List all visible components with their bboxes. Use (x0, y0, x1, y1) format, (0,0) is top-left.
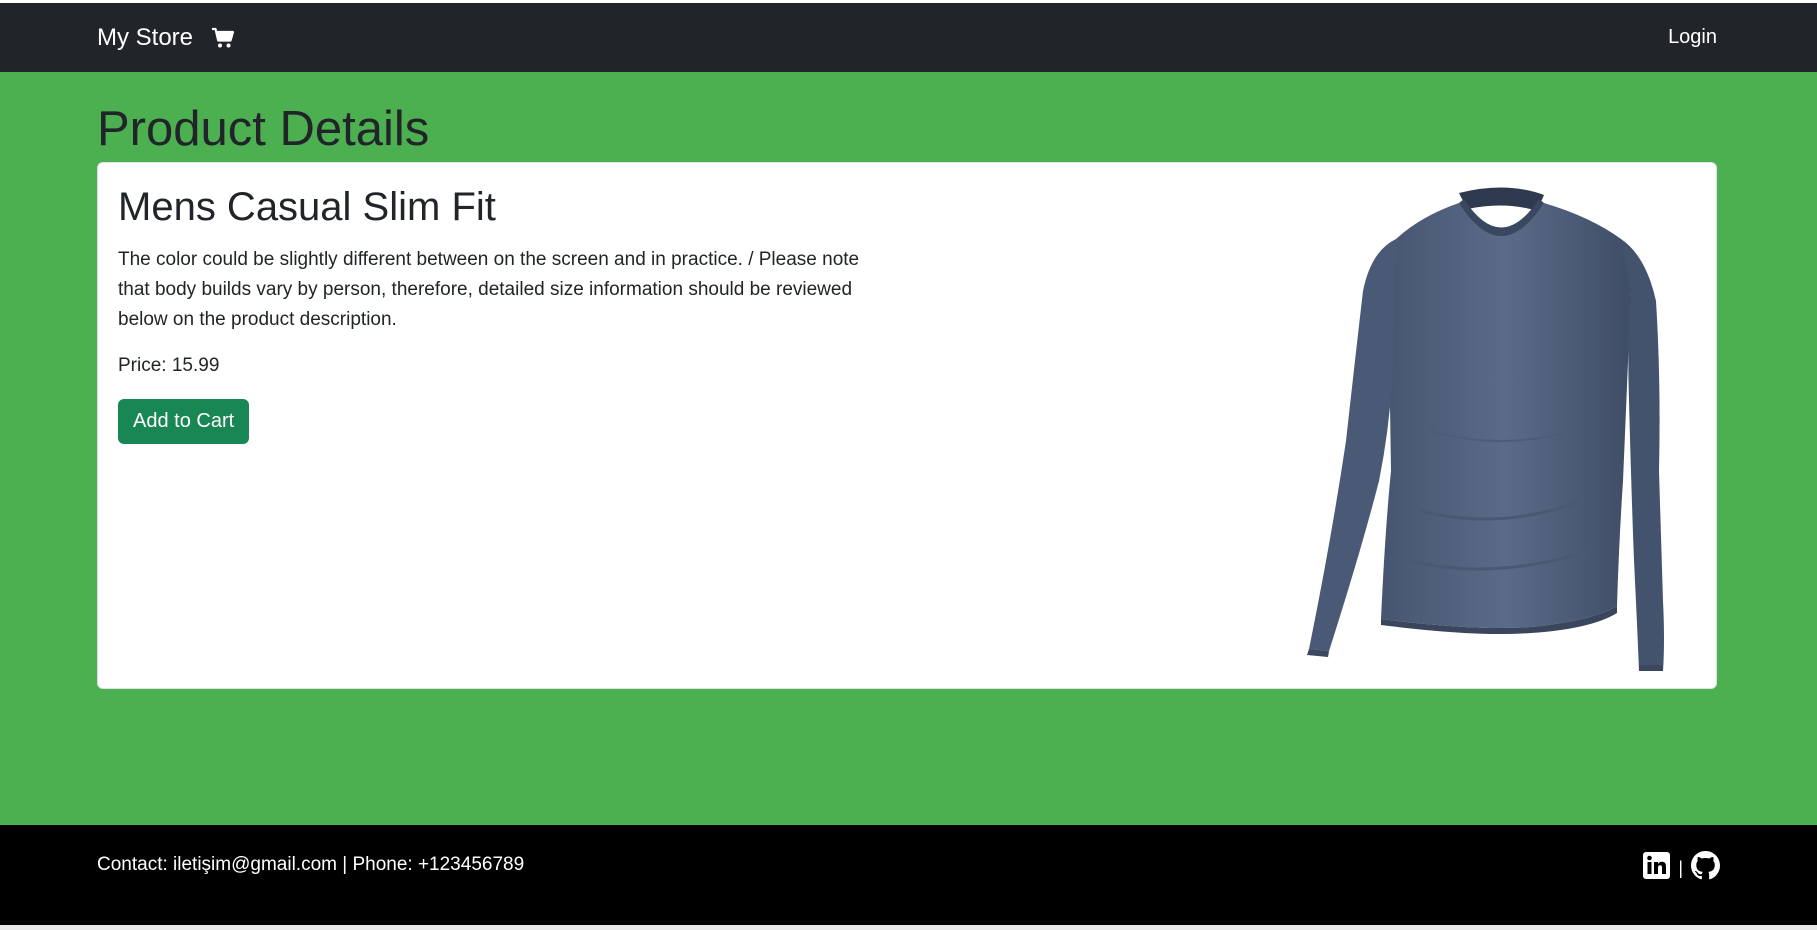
product-price: Price: 15.99 (118, 355, 220, 376)
footer: Contact: iletişim@gmail.com | Phone: +12… (0, 825, 1817, 925)
product-image (1301, 181, 1696, 671)
product-description: The color could be slightly different be… (118, 249, 860, 330)
login-link[interactable]: Login (1668, 26, 1717, 49)
social-separator: | (1678, 857, 1683, 878)
product-title: Mens Casual Slim Fit (118, 185, 496, 229)
add-to-cart-button[interactable]: Add to Cart (118, 399, 250, 444)
github-icon[interactable] (1691, 850, 1720, 880)
bottom-strip (0, 925, 1817, 930)
brand-label: My Store (97, 23, 194, 51)
brand-link[interactable]: My Store (97, 24, 235, 52)
page: My Store Login Product Details Mens Casu… (0, 0, 1817, 930)
linkedin-icon[interactable] (1643, 851, 1671, 879)
product-card-body: Mens Casual Slim Fit The color could be … (118, 183, 878, 444)
main-content: Product Details Mens Casual Slim Fit The… (0, 72, 1817, 689)
shopping-cart-icon[interactable] (211, 26, 235, 50)
social-links: | (1643, 850, 1720, 880)
navbar: My Store Login (0, 3, 1817, 72)
footer-contact: Contact: iletişim@gmail.com | Phone: +12… (97, 854, 525, 875)
product-card: Mens Casual Slim Fit The color could be … (97, 162, 1717, 689)
page-title: Product Details (97, 102, 430, 156)
